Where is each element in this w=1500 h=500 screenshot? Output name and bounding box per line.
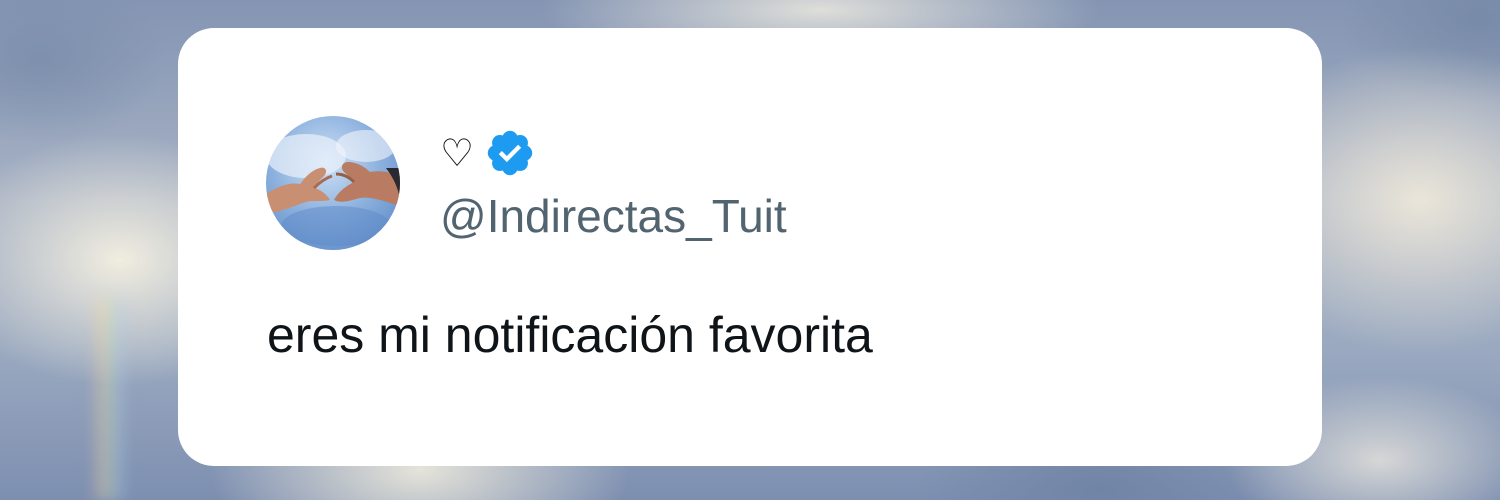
tweet-text: eres mi notificación favorita [267,307,873,363]
verified-badge-icon [487,130,533,176]
avatar[interactable] [266,116,400,250]
user-handle[interactable]: @Indirectas_Tuit [440,188,787,244]
heart-hands-sky-avatar [266,130,400,246]
display-name: ♡ [440,131,475,175]
rainbow-streak [90,300,130,500]
tweet-card[interactable]: ♡ @Indirectas_Tuit eres mi notificación … [178,28,1322,466]
display-name-row: ♡ [440,126,536,180]
